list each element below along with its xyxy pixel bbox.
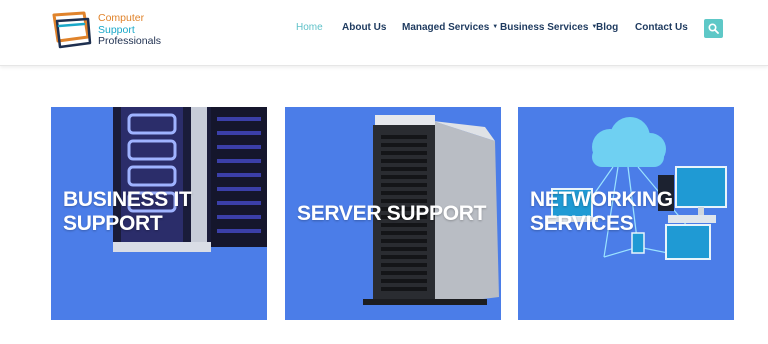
card-server-support[interactable]: SERVER SUPPORT [285,107,501,320]
site-logo[interactable]: Computer Support Professionals [50,11,180,51]
card-title: NETWORKING SERVICES [530,188,673,236]
card-title-line-2: SERVICES [530,212,634,235]
card-business-it-support[interactable]: BUSINESS IT SUPPORT [51,107,267,320]
nav-managed-services-label: Managed Services [402,22,490,33]
card-title-line-2: SUPPORT [63,212,163,235]
logo-mark-icon [52,11,92,49]
card-title: BUSINESS IT SUPPORT [63,188,192,236]
nav-managed-services[interactable]: Managed Services ▼ [402,22,498,33]
nav-business-services-label: Business Services [500,22,589,33]
nav-contact-us[interactable]: Contact Us [635,22,688,33]
nav-business-services[interactable]: Business Services ▼ [500,22,597,33]
nav-blog[interactable]: Blog [596,22,618,33]
logo-line-1: Computer [98,12,145,24]
site-header: Computer Support Professionals Home Abou… [0,0,768,66]
logo-text: Computer Support Professionals [98,12,162,48]
caret-down-icon: ▼ [492,24,499,30]
nav-home[interactable]: Home [296,22,323,33]
card-title: SERVER SUPPORT [297,202,486,226]
search-icon [708,23,719,34]
nav-about-us[interactable]: About Us [342,22,386,33]
search-button[interactable] [704,19,723,38]
card-title-line-1: NETWORKING [530,188,673,211]
card-title-line-1: BUSINESS IT [63,188,192,211]
logo-line-3: Professionals [98,35,162,47]
card-networking-services[interactable]: NETWORKING SERVICES [518,107,734,320]
card-title-line-1: SERVER SUPPORT [297,202,487,225]
